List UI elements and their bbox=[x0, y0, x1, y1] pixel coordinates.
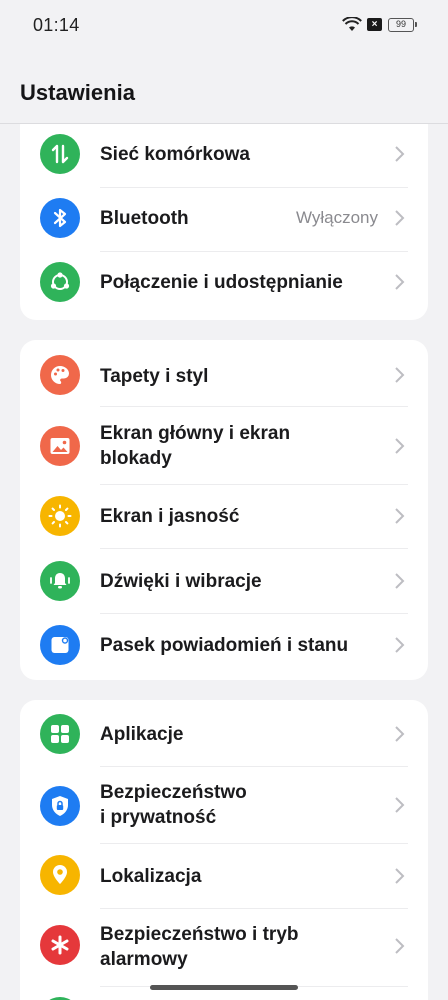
label-line1: Bezpieczeństwo i tryb bbox=[100, 924, 299, 945]
setting-bluetooth[interactable]: Bluetooth Wyłączony bbox=[20, 188, 428, 252]
bluetooth-status: Wyłączony bbox=[295, 208, 378, 227]
setting-location[interactable]: Lokalizacja bbox=[20, 844, 428, 909]
status-bar: 01:14 × 99 bbox=[0, 0, 448, 52]
setting-label: Ekran główny i ekran blokady bbox=[100, 421, 290, 471]
setting-safety-emergency[interactable]: Bezpieczeństwo i tryb alarmowy bbox=[20, 909, 428, 987]
setting-label: Bluetooth bbox=[100, 208, 189, 229]
chevron-right-icon bbox=[395, 367, 405, 383]
setting-notification-status-bar[interactable]: Pasek powiadomień i stanu bbox=[20, 614, 428, 678]
settings-group-display: Tapety i styl Ekran główny i ekran bloka… bbox=[20, 340, 428, 680]
setting-label: Bezpieczeństwo i tryb alarmowy bbox=[100, 922, 299, 972]
setting-label: Ekran i jasność bbox=[100, 506, 240, 527]
setting-connection-sharing[interactable]: Połączenie i udostępnianie bbox=[20, 252, 428, 316]
settings-group-connectivity: Sieć komórkowa Bluetooth Wyłączony Połąc… bbox=[20, 124, 428, 320]
emergency-asterisk-icon bbox=[40, 925, 80, 965]
chevron-right-icon bbox=[395, 438, 405, 454]
setting-label: Aplikacje bbox=[100, 724, 184, 745]
settings-group-apps-security: Aplikacje Bezpieczeństwo i prywatność Lo… bbox=[20, 700, 428, 1000]
image-icon bbox=[40, 426, 80, 466]
setting-mobile-network[interactable]: Sieć komórkowa bbox=[20, 124, 428, 188]
chevron-right-icon bbox=[395, 146, 405, 162]
wifi-icon bbox=[342, 17, 362, 31]
setting-label: Dźwięki i wibracje bbox=[100, 571, 262, 592]
palette-icon bbox=[40, 355, 80, 395]
label-line1: Ekran główny i ekran bbox=[100, 423, 291, 444]
setting-wallpapers-style[interactable]: Tapety i styl bbox=[20, 340, 428, 407]
share-icon bbox=[40, 262, 80, 302]
setting-label: Połączenie i udostępnianie bbox=[100, 272, 343, 293]
setting-label: Tapety i styl bbox=[100, 366, 209, 387]
setting-home-lock-screen[interactable]: Ekran główny i ekran blokady bbox=[20, 407, 428, 485]
setting-apps[interactable]: Aplikacje bbox=[20, 700, 428, 767]
shield-lock-icon bbox=[40, 786, 80, 826]
brightness-icon bbox=[40, 496, 80, 536]
setting-label: Bezpieczeństwo i prywatność bbox=[100, 780, 247, 830]
setting-label: Pasek powiadomień i stanu bbox=[100, 635, 349, 656]
chevron-right-icon bbox=[395, 726, 405, 742]
chevron-right-icon bbox=[395, 797, 405, 813]
chevron-right-icon bbox=[395, 508, 405, 524]
location-pin-icon bbox=[40, 855, 80, 895]
label-line2: alarmowy bbox=[100, 949, 188, 970]
settings-list[interactable]: Sieć komórkowa Bluetooth Wyłączony Połąc… bbox=[0, 124, 448, 1000]
label-line1: Bezpieczeństwo bbox=[100, 782, 247, 803]
setting-display-brightness[interactable]: Ekran i jasność bbox=[20, 485, 428, 549]
setting-label: Sieć komórkowa bbox=[100, 144, 250, 165]
home-indicator[interactable] bbox=[150, 985, 298, 990]
notification-bar-icon bbox=[40, 625, 80, 665]
bell-icon bbox=[40, 561, 80, 601]
no-sim-icon: × bbox=[367, 18, 382, 31]
label-line2: blokady bbox=[100, 448, 172, 469]
battery-icon: 99 bbox=[388, 18, 417, 32]
page-header: Ustawienia bbox=[0, 52, 448, 124]
setting-security-privacy[interactable]: Bezpieczeństwo i prywatność bbox=[20, 767, 428, 844]
apps-grid-icon bbox=[40, 714, 80, 754]
chevron-right-icon bbox=[395, 274, 405, 290]
page-title: Ustawienia bbox=[20, 80, 135, 105]
settings-screen: 01:14 × 99 Ustawienia Sieć komórkowa Blu… bbox=[0, 0, 448, 1000]
label-line2: i prywatność bbox=[100, 807, 217, 828]
chevron-right-icon bbox=[395, 868, 405, 884]
chevron-right-icon bbox=[395, 573, 405, 589]
chevron-right-icon bbox=[395, 938, 405, 954]
setting-sounds-vibration[interactable]: Dźwięki i wibracje bbox=[20, 549, 428, 614]
bluetooth-icon bbox=[40, 198, 80, 238]
mobile-data-icon bbox=[40, 134, 80, 174]
setting-label: Lokalizacja bbox=[100, 866, 202, 887]
chevron-right-icon bbox=[395, 637, 405, 653]
status-time: 01:14 bbox=[33, 15, 80, 35]
chevron-right-icon bbox=[395, 210, 405, 226]
